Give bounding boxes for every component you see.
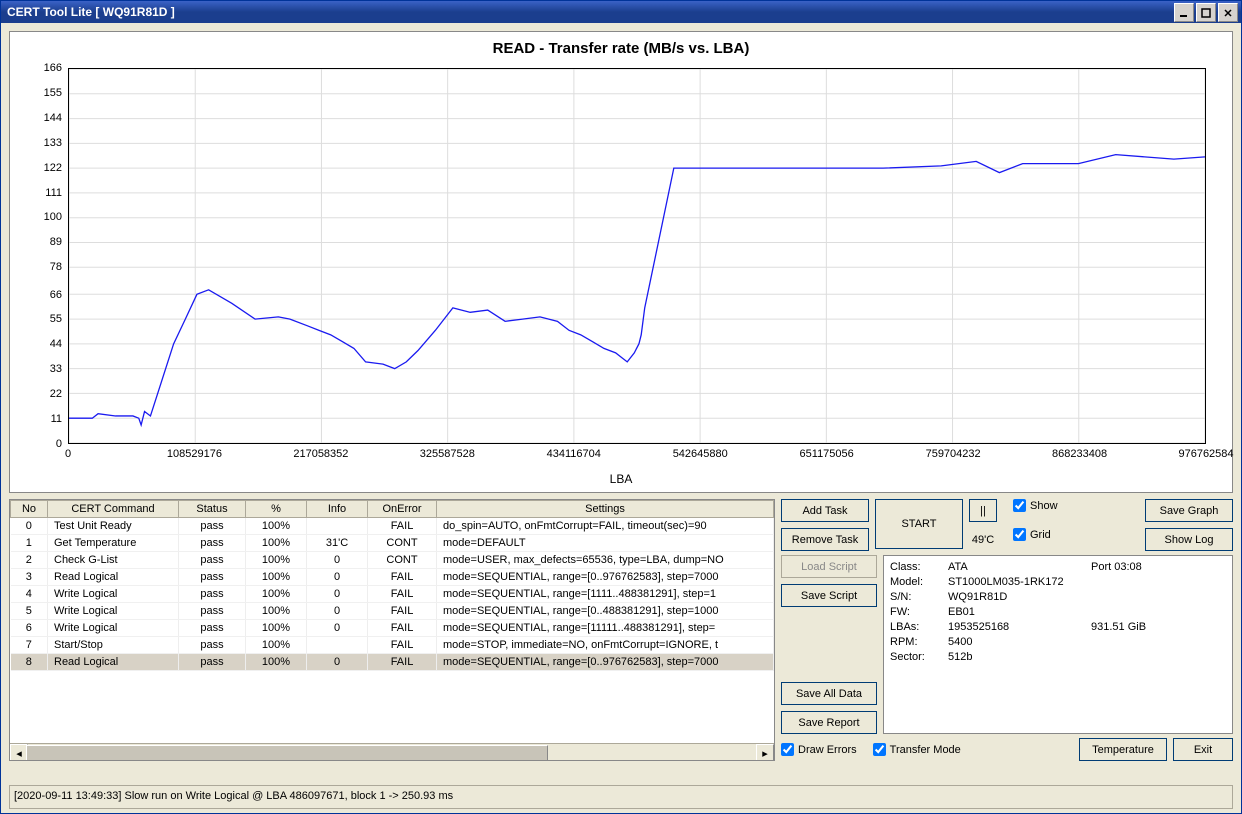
remove-task-button[interactable]: Remove Task <box>781 528 869 551</box>
table-row[interactable]: 0Test Unit Readypass100%FAILdo_spin=AUTO… <box>11 518 774 535</box>
transfer-mode-checkbox[interactable]: Transfer Mode <box>873 743 961 756</box>
draw-errors-checkbox[interactable]: Draw Errors <box>781 743 857 756</box>
column-header[interactable]: Info <box>307 501 368 518</box>
application-window: CERT Tool Lite [ WQ91R81D ] READ - Trans… <box>0 0 1242 814</box>
y-tick: 0 <box>56 438 62 450</box>
table-row[interactable]: 5Write Logicalpass100%0FAILmode=SEQUENTI… <box>11 603 774 620</box>
y-tick: 11 <box>51 413 62 425</box>
y-tick: 100 <box>44 211 62 223</box>
grid-checkbox[interactable]: Grid <box>1013 528 1058 541</box>
save-report-button[interactable]: Save Report <box>781 711 877 734</box>
column-header[interactable]: Settings <box>437 501 774 518</box>
add-task-button[interactable]: Add Task <box>781 499 869 522</box>
client-area: READ - Transfer rate (MB/s vs. LBA) 0 11 2… <box>1 23 1241 813</box>
load-script-button[interactable]: Load Script <box>781 555 877 578</box>
y-axis-ticks: 01122334455667889100111122133144155166 <box>10 68 66 444</box>
maximize-button[interactable] <box>1196 3 1216 22</box>
x-tick: 759704232 <box>926 448 981 460</box>
minimize-button[interactable] <box>1174 3 1194 22</box>
table-row[interactable]: 1Get Temperaturepass100%31'CCONTmode=DEF… <box>11 535 774 552</box>
x-tick: 108529176 <box>167 448 222 460</box>
scroll-right-icon[interactable]: ▸ <box>756 744 774 761</box>
x-tick: 976762584 <box>1178 448 1233 460</box>
control-panel: Add Task Remove Task START || 49'C Show … <box>781 499 1233 761</box>
column-header[interactable]: Status <box>179 501 246 518</box>
status-bar: [2020-09-11 13:49:33] Slow run on Write … <box>9 785 1233 809</box>
plot-area <box>68 68 1206 444</box>
task-table-panel: NoCERT CommandStatus%InfoOnErrorSettings… <box>9 499 775 761</box>
y-tick: 155 <box>44 87 62 99</box>
save-script-button[interactable]: Save Script <box>781 584 877 607</box>
y-tick: 166 <box>44 62 62 74</box>
exit-button[interactable]: Exit <box>1173 738 1233 761</box>
table-row[interactable]: 4Write Logicalpass100%0FAILmode=SEQUENTI… <box>11 586 774 603</box>
column-header[interactable]: CERT Command <box>48 501 179 518</box>
window-controls <box>1174 3 1238 22</box>
x-axis-ticks: 0 108529176 217058352 325587528 434116704 542… <box>68 448 1206 466</box>
y-tick: 89 <box>50 236 62 248</box>
y-tick: 122 <box>44 162 62 174</box>
y-tick: 78 <box>50 261 62 273</box>
x-tick: 542645880 <box>673 448 728 460</box>
x-tick: 217058352 <box>293 448 348 460</box>
close-button[interactable] <box>1218 3 1238 22</box>
y-tick: 33 <box>50 363 62 375</box>
table-row[interactable]: 2Check G-Listpass100%0CONTmode=USER, max… <box>11 552 774 569</box>
column-header[interactable]: No <box>11 501 48 518</box>
table-row[interactable]: 8Read Logicalpass100%0FAILmode=SEQUENTIA… <box>11 654 774 671</box>
drive-info-panel: Class:ATAPort 03:08 Model:ST1000LM035-1R… <box>883 555 1233 734</box>
save-graph-button[interactable]: Save Graph <box>1145 499 1233 522</box>
table-row[interactable]: 6Write Logicalpass100%0FAILmode=SEQUENTI… <box>11 620 774 637</box>
chart-panel: READ - Transfer rate (MB/s vs. LBA) 0 11 2… <box>9 31 1233 493</box>
y-tick: 55 <box>50 313 62 325</box>
task-table[interactable]: NoCERT CommandStatus%InfoOnErrorSettings… <box>10 500 774 671</box>
x-tick: 0 <box>65 448 71 460</box>
x-tick: 651175056 <box>800 448 854 460</box>
lower-section: NoCERT CommandStatus%InfoOnErrorSettings… <box>9 499 1233 761</box>
table-row[interactable]: 7Start/Stoppass100%FAILmode=STOP, immedi… <box>11 637 774 654</box>
x-tick: 325587528 <box>420 448 475 460</box>
chart-svg <box>69 69 1205 443</box>
temperature-value: 49'C <box>972 534 994 546</box>
scroll-thumb[interactable] <box>26 745 548 761</box>
show-log-button[interactable]: Show Log <box>1145 528 1233 551</box>
save-all-data-button[interactable]: Save All Data <box>781 682 877 705</box>
y-tick: 44 <box>50 338 62 350</box>
horizontal-scrollbar[interactable]: ◂ ▸ <box>10 743 774 760</box>
y-tick: 133 <box>44 137 62 149</box>
y-tick: 66 <box>50 289 62 301</box>
x-tick: 434116704 <box>547 448 601 460</box>
x-axis-label: LBA <box>10 472 1232 486</box>
show-checkbox[interactable]: Show <box>1013 499 1058 512</box>
chart-title: READ - Transfer rate (MB/s vs. LBA) <box>10 40 1232 57</box>
y-tick: 111 <box>45 187 62 199</box>
window-title: CERT Tool Lite [ WQ91R81D ] <box>7 5 175 19</box>
temperature-button[interactable]: Temperature <box>1079 738 1167 761</box>
x-tick: 868233408 <box>1052 448 1107 460</box>
y-tick: 22 <box>50 388 62 400</box>
pause-button[interactable]: || <box>969 499 997 522</box>
y-tick: 144 <box>44 112 62 124</box>
titlebar: CERT Tool Lite [ WQ91R81D ] <box>1 1 1241 23</box>
column-header[interactable]: % <box>246 501 307 518</box>
table-row[interactable]: 3Read Logicalpass100%0FAILmode=SEQUENTIA… <box>11 569 774 586</box>
column-header[interactable]: OnError <box>368 501 437 518</box>
start-button[interactable]: START <box>875 499 963 549</box>
